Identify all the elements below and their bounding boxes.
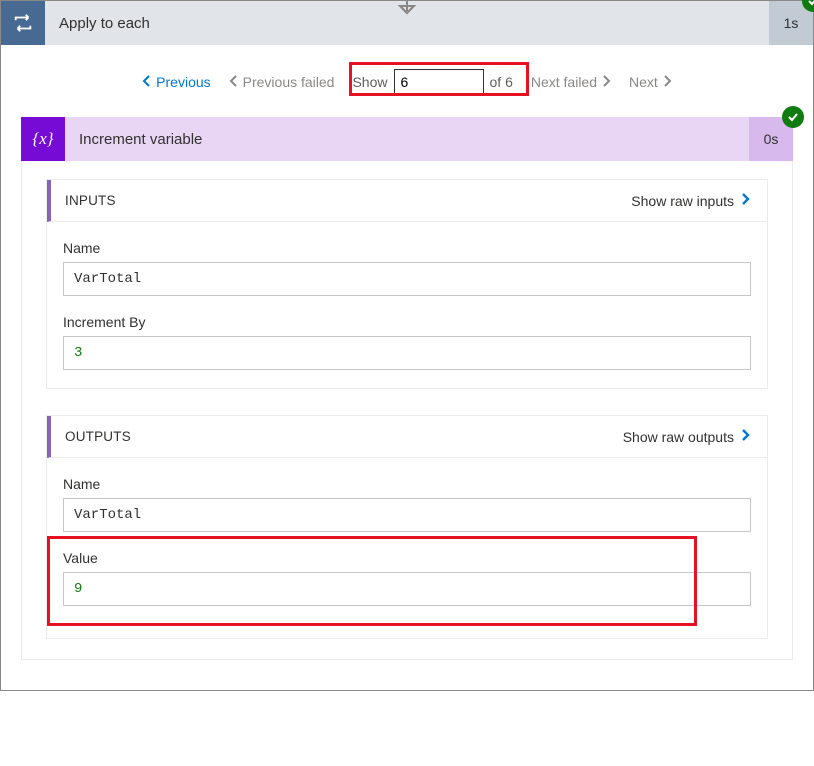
show-raw-outputs-link[interactable]: Show raw outputs (623, 428, 751, 445)
outputs-name-value[interactable]: VarTotal (63, 498, 751, 532)
inputs-incrementby-label: Increment By (63, 314, 751, 330)
chevron-right-icon (740, 428, 751, 445)
show-raw-inputs-link[interactable]: Show raw inputs (631, 192, 751, 209)
chevron-right-icon (740, 192, 751, 209)
pager-show-input[interactable] (394, 69, 484, 95)
inputs-section: INPUTS Show raw inputs Name VarTotal (46, 179, 768, 389)
pager-previous-failed[interactable]: Previous failed (229, 74, 335, 90)
outputs-value-value[interactable]: 9 (63, 572, 751, 606)
outputs-section: OUTPUTS Show raw outputs Name VarTotal (46, 415, 768, 639)
outputs-value-label: Value (63, 550, 751, 566)
chevron-left-icon (229, 74, 239, 90)
pager-previous[interactable]: Previous (142, 74, 210, 90)
increment-variable-body: INPUTS Show raw inputs Name VarTotal (21, 161, 793, 660)
status-success-icon (782, 106, 804, 128)
inputs-name-label: Name (63, 240, 751, 256)
pager-of-label: of 6 (490, 74, 513, 90)
outputs-name-label: Name (63, 476, 751, 492)
pager-show-group: Show of 6 (352, 69, 512, 95)
chevron-left-icon (142, 74, 152, 90)
pager-previous-label: Previous (156, 74, 210, 90)
increment-variable-header[interactable]: {x} Increment variable 0s (21, 117, 793, 161)
show-raw-inputs-label: Show raw inputs (631, 193, 734, 209)
inputs-incrementby-value[interactable]: 3 (63, 336, 751, 370)
pager-next-label: Next (629, 74, 658, 90)
flow-arrow-icon (397, 0, 417, 17)
pager-next-failed[interactable]: Next failed (531, 74, 611, 90)
pager-next[interactable]: Next (629, 74, 672, 90)
inputs-name-value[interactable]: VarTotal (63, 262, 751, 296)
pager-next-failed-label: Next failed (531, 74, 597, 90)
pager-show-label: Show (352, 74, 387, 90)
outputs-heading: OUTPUTS (65, 429, 131, 444)
pager-previous-failed-label: Previous failed (243, 74, 335, 90)
chevron-right-icon (601, 74, 611, 90)
chevron-right-icon (662, 74, 672, 90)
inputs-heading: INPUTS (65, 193, 116, 208)
loop-icon (1, 1, 45, 45)
iteration-pager: Previous Previous failed Show of 6 Next … (1, 45, 813, 117)
increment-variable-title: Increment variable (65, 117, 749, 161)
variable-icon: {x} (21, 117, 65, 161)
show-raw-outputs-label: Show raw outputs (623, 429, 734, 445)
